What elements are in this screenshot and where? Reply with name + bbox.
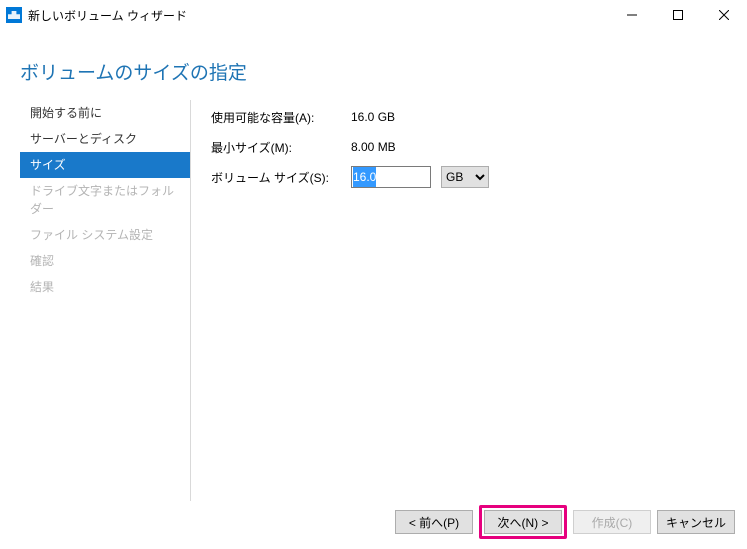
sidebar-item-before-begin[interactable]: 開始する前に xyxy=(20,100,190,126)
create-button: 作成(C) xyxy=(573,510,651,534)
cancel-button[interactable]: キャンセル xyxy=(657,510,735,534)
sidebar-item-label: 結果 xyxy=(30,280,54,294)
close-button[interactable] xyxy=(701,0,747,30)
page-title: ボリュームのサイズの指定 xyxy=(0,30,747,99)
volume-size-unit-select[interactable]: GB xyxy=(441,166,489,188)
wizard-steps-sidebar: 開始する前に サーバーとディスク サイズ ドライブ文字またはフォルダー ファイル… xyxy=(20,100,190,501)
wizard-footer: < 前へ(P) 次へ(N) > 作成(C) キャンセル xyxy=(395,505,735,539)
next-button[interactable]: 次へ(N) > xyxy=(484,510,562,534)
sidebar-item-drive-letter: ドライブ文字またはフォルダー xyxy=(20,178,190,222)
row-min-size: 最小サイズ(M): 8.00 MB xyxy=(211,134,723,160)
volume-size-selection: 16.0 xyxy=(353,167,376,187)
sidebar-item-label: サーバーとディスク xyxy=(30,132,137,146)
sidebar-item-result: 結果 xyxy=(20,274,190,300)
value-min-size: 8.00 MB xyxy=(351,140,396,154)
button-label: 作成(C) xyxy=(592,514,633,531)
sidebar-item-server-disk[interactable]: サーバーとディスク xyxy=(20,126,190,152)
volume-size-input-wrap: 16.0 xyxy=(351,166,431,188)
maximize-button[interactable] xyxy=(655,0,701,30)
label-min-size: 最小サイズ(M): xyxy=(211,139,351,156)
title-bar: 新しいボリューム ウィザード xyxy=(0,0,747,30)
sidebar-item-filesystem: ファイル システム設定 xyxy=(20,222,190,248)
row-volume-size: ボリューム サイズ(S): 16.0 GB xyxy=(211,164,723,190)
sidebar-item-label: ファイル システム設定 xyxy=(30,228,153,242)
minimize-button[interactable] xyxy=(609,0,655,30)
sidebar-item-label: サイズ xyxy=(30,158,66,172)
prev-button[interactable]: < 前へ(P) xyxy=(395,510,473,534)
sidebar-item-label: ドライブ文字またはフォルダー xyxy=(30,184,174,216)
sidebar-item-size[interactable]: サイズ xyxy=(20,152,190,178)
size-pane: 使用可能な容量(A): 16.0 GB 最小サイズ(M): 8.00 MB ボリ… xyxy=(191,100,733,501)
button-label: キャンセル xyxy=(666,514,726,531)
sidebar-item-label: 確認 xyxy=(30,254,54,268)
button-label: 次へ(N) > xyxy=(497,514,548,531)
close-icon xyxy=(719,10,729,20)
label-volume-size: ボリューム サイズ(S): xyxy=(211,169,351,186)
row-available: 使用可能な容量(A): 16.0 GB xyxy=(211,104,723,130)
wizard-body: 開始する前に サーバーとディスク サイズ ドライブ文字またはフォルダー ファイル… xyxy=(20,100,733,501)
value-available: 16.0 GB xyxy=(351,110,395,124)
app-icon xyxy=(6,7,22,23)
sidebar-item-confirm: 確認 xyxy=(20,248,190,274)
maximize-icon xyxy=(673,10,683,20)
window-controls xyxy=(609,0,747,30)
next-button-highlight: 次へ(N) > xyxy=(479,505,567,539)
sidebar-item-label: 開始する前に xyxy=(30,106,102,120)
button-label: < 前へ(P) xyxy=(409,514,459,531)
window-title: 新しいボリューム ウィザード xyxy=(28,7,187,24)
minimize-icon xyxy=(627,10,637,20)
label-available: 使用可能な容量(A): xyxy=(211,109,351,126)
